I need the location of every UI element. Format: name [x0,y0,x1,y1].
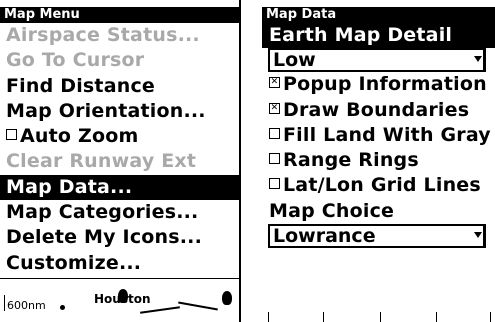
menu-item-clear-runway-ext[interactable]: Clear Runway Ext [0,149,239,174]
city-marker-icon [60,305,65,310]
draw-boundaries-checkbox[interactable] [269,102,280,114]
menu-item-label: Go To Cursor [6,49,145,72]
lat-lon-grid-checkbox[interactable] [269,178,280,190]
menu-item-label: Auto Zoom [20,125,139,148]
option-fill-land-gray[interactable]: Fill Land With Gray [262,123,495,148]
menu-item-map-orientation[interactable]: Map Orientation... [0,99,239,124]
tick-mark [490,312,491,322]
menu-item-map-data[interactable]: Map Data... [0,174,239,201]
option-label: Fill Land With Gray [283,123,491,146]
map-choice-dropdown[interactable]: Lowrance [268,224,486,249]
dropdown-arrow-icon [474,50,484,71]
option-label: Popup Information [283,73,487,96]
map-data-title: Map Data [262,7,495,23]
option-label: Draw Boundaries [283,98,470,121]
menu-item-label: Map Categories... [6,201,199,224]
earth-map-detail-dropdown[interactable]: Low [268,48,486,73]
menu-item-find-distance[interactable]: Find Distance [0,74,239,99]
tick-mark [268,312,269,322]
menu-item-airspace-status[interactable]: Airspace Status... [0,23,239,48]
earth-map-detail-value: Low [273,49,316,72]
auto-zoom-checkbox[interactable] [6,129,17,141]
road-line [178,301,218,311]
menu-item-label: Clear Runway Ext [6,150,197,173]
menu-item-map-categories[interactable]: Map Categories... [0,200,239,225]
menu-item-auto-zoom[interactable]: Auto Zoom [0,124,239,149]
map-choice-label: Map Choice [269,199,395,222]
map-preview[interactable]: 600nm Houston [0,278,239,322]
popup-information-checkbox[interactable] [269,77,280,89]
map-edge-ticks [268,312,493,322]
option-popup-information[interactable]: Popup Information [262,72,495,97]
menu-item-label: Delete My Icons... [6,226,203,249]
menu-item-label: Airspace Status... [6,24,200,46]
airport-icon [222,291,232,305]
menu-item-label: Customize... [6,251,142,274]
map-choice-value: Lowrance [273,225,376,248]
map-data-panel: Map Data Earth Map Detail Low Popup Info… [262,0,495,322]
menu-item-label: Map Data... [6,175,133,198]
menu-item-go-to-cursor[interactable]: Go To Cursor [0,48,239,73]
map-menu-title: Map Menu [0,7,239,23]
menu-item-delete-my-icons[interactable]: Delete My Icons... [0,225,239,250]
map-menu-panel: Map Menu Airspace Status... Go To Cursor… [0,0,241,322]
option-range-rings[interactable]: Range Rings [262,148,495,173]
option-label: Range Rings [283,149,419,172]
tick-mark [436,312,437,322]
tick-mark [323,312,324,322]
option-lat-lon-grid-lines[interactable]: Lat/Lon Grid Lines [262,173,495,198]
range-rings-checkbox[interactable] [269,153,280,165]
scale-label: 600nm [7,299,46,312]
option-label: Lat/Lon Grid Lines [283,174,481,197]
option-draw-boundaries[interactable]: Draw Boundaries [262,98,495,123]
menu-item-label: Map Orientation... [6,99,206,122]
dropdown-arrow-icon [474,226,484,247]
menu-item-label: Find Distance [6,74,156,97]
road-line [140,306,180,314]
menu-item-customize[interactable]: Customize... [0,251,239,276]
tick-mark [380,312,381,322]
fill-land-gray-checkbox[interactable] [269,127,280,139]
earth-map-detail-label: Earth Map Detail [262,23,495,49]
airport-icon [118,289,128,303]
